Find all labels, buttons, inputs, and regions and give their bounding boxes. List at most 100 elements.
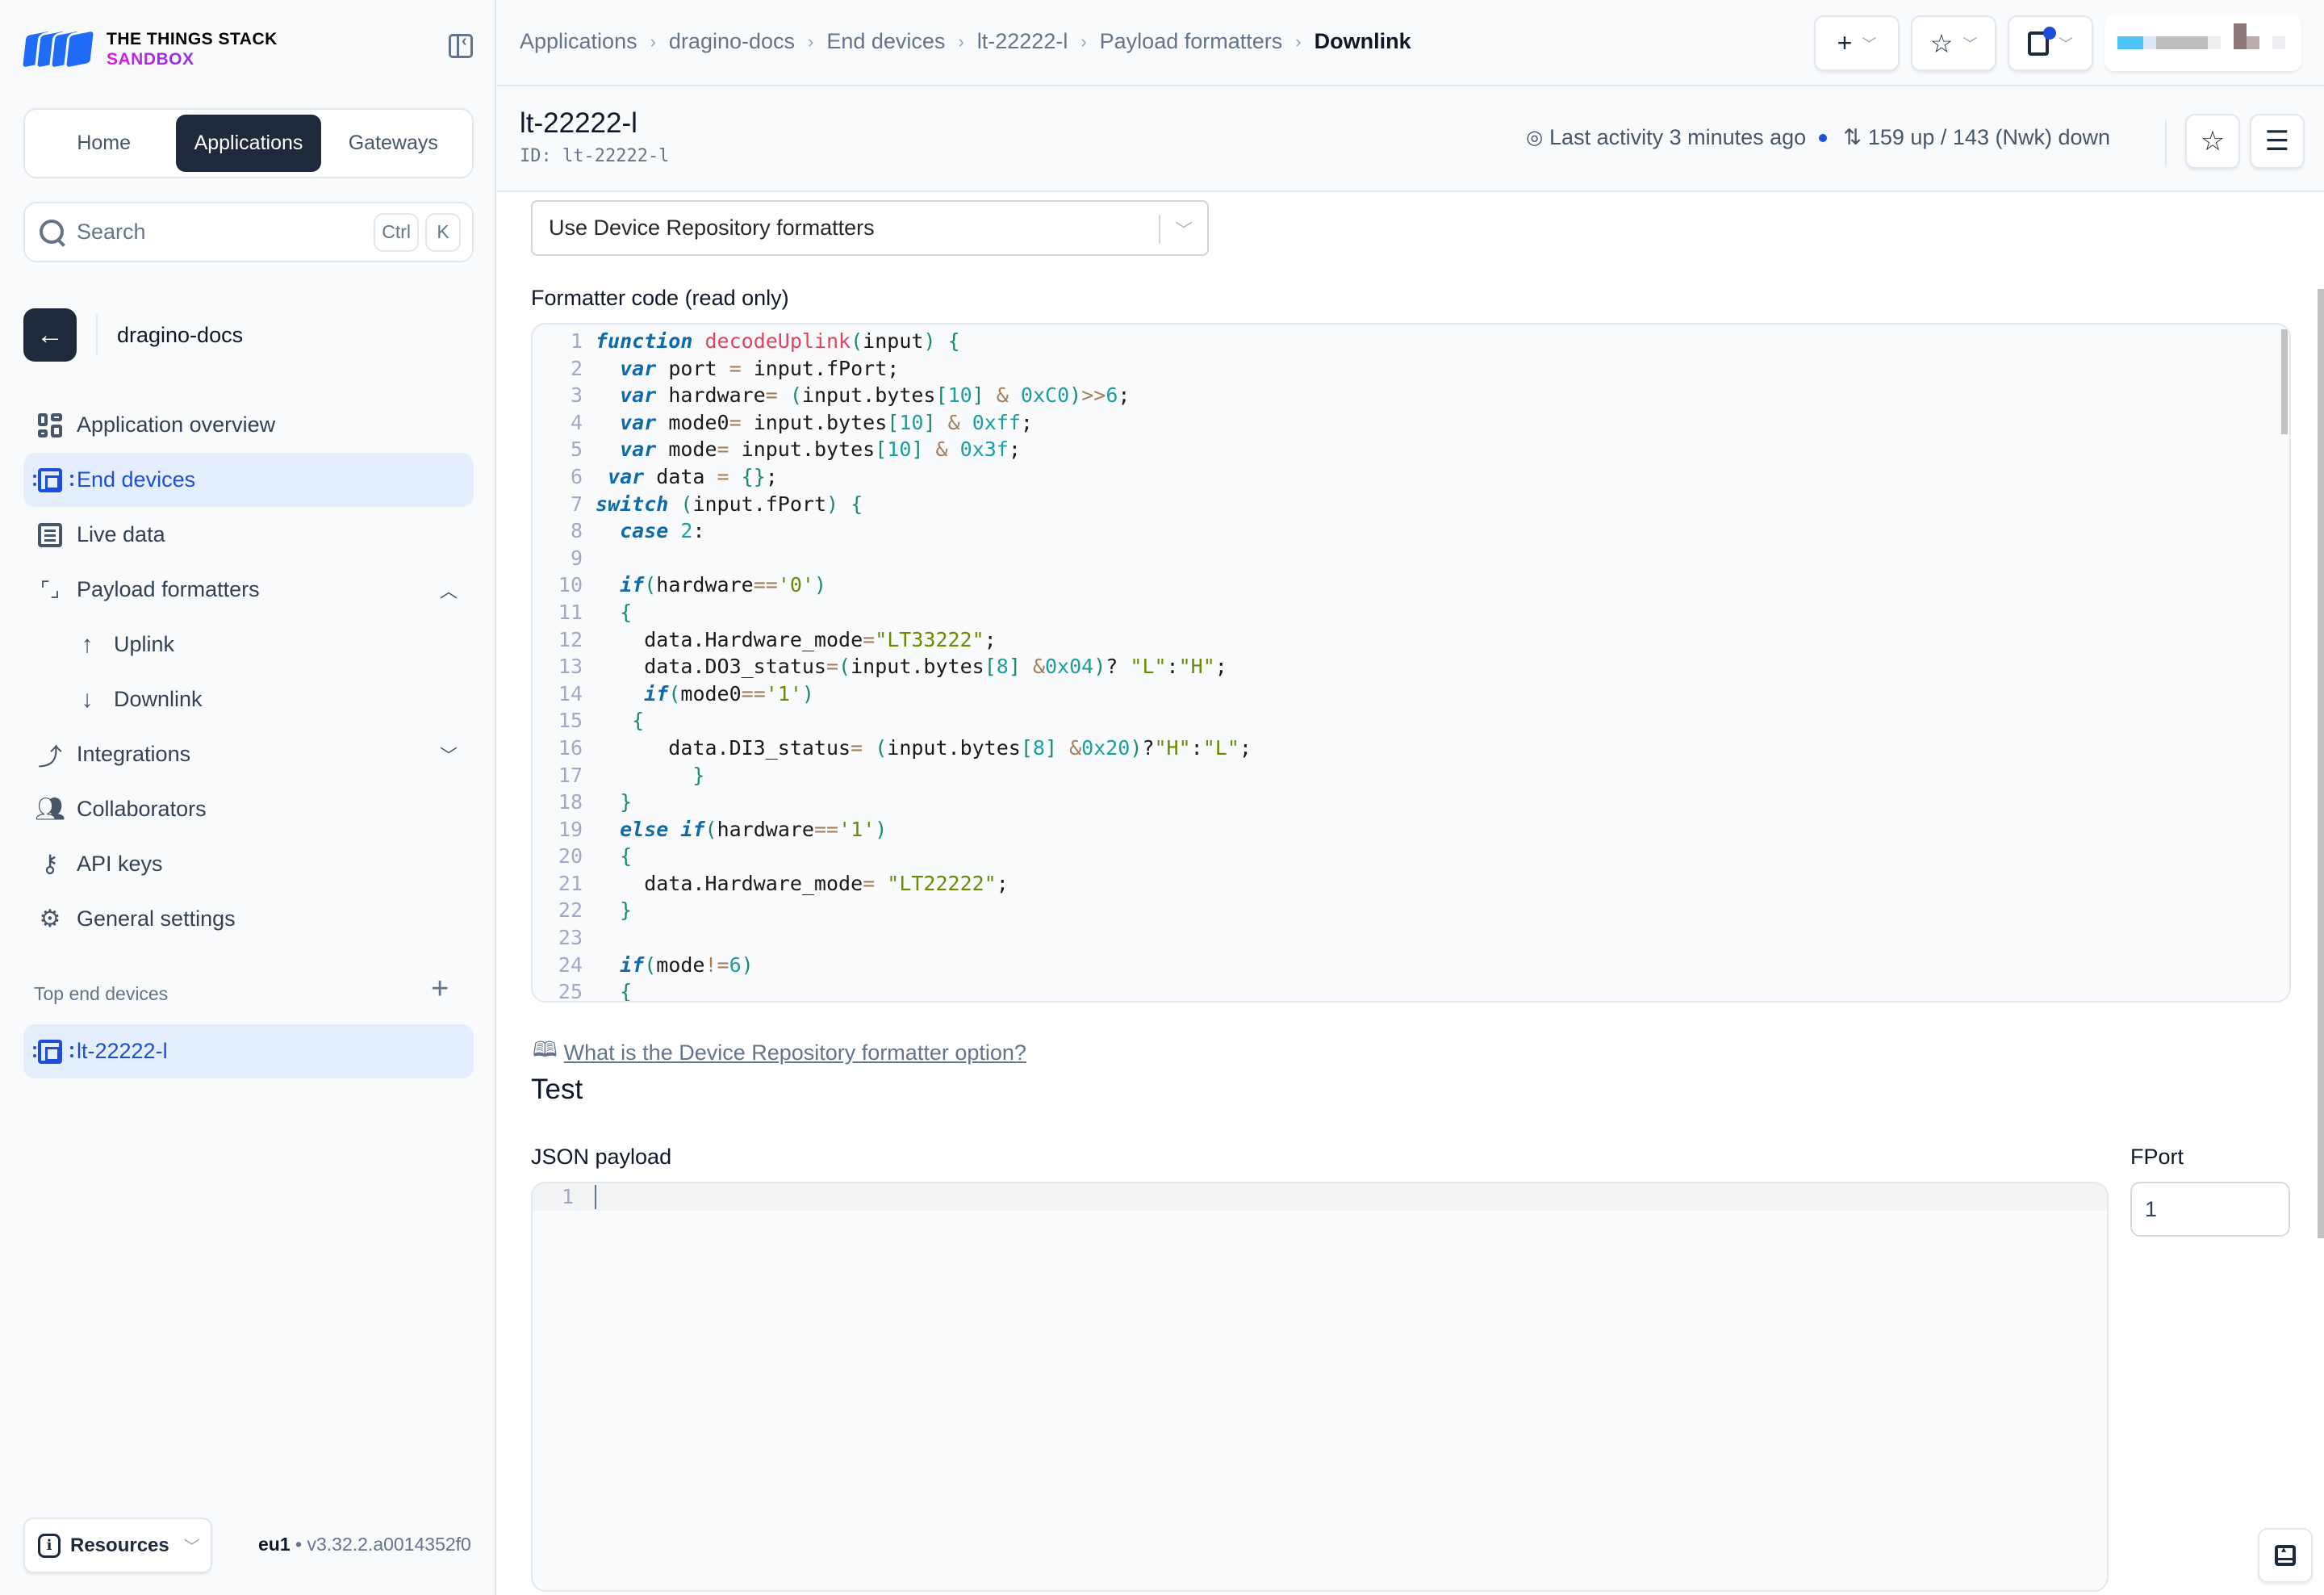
sidebar-item-label: Integrations — [77, 742, 191, 766]
users-icon: 👥︎ — [34, 796, 66, 823]
device-repository-help-link[interactable]: 🕮 What is the Device Repository formatte… — [533, 1035, 1026, 1070]
brand-edition: SANDBOX — [107, 49, 278, 69]
chevron-down-icon: ﹀ — [1962, 36, 1978, 52]
breadcrumb-end-devices[interactable]: End devices — [826, 29, 945, 54]
device-menu-button[interactable]: ☰ — [2250, 114, 2305, 169]
back-button[interactable]: ← — [23, 308, 77, 362]
status-dot — [1819, 133, 1828, 142]
bookmark-button[interactable]: ☆ — [2185, 114, 2240, 169]
breadcrumb-device[interactable]: lt-22222-l — [977, 29, 1068, 54]
sidebar-item-collaborators[interactable]: 👥︎ Collaborators — [23, 782, 474, 836]
shortcut-key-ctrl: Ctrl — [374, 212, 419, 252]
tab-applications[interactable]: Applications — [176, 115, 321, 172]
search-input[interactable]: Search Ctrl K — [23, 202, 474, 262]
top-device-label: lt-22222-l — [77, 1039, 168, 1063]
arrow-up-icon: ↑ — [81, 630, 94, 658]
sidebar-item-live-data[interactable]: Live data — [23, 508, 474, 562]
traffic-counts: 159 up / 143 (Nwk) down — [1867, 125, 2110, 149]
toggle-event-panel-button[interactable] — [2258, 1528, 2313, 1583]
add-menu-button[interactable]: + ﹀ — [1814, 15, 1900, 71]
code-line: 22 } — [533, 897, 2289, 924]
search-icon — [38, 218, 67, 247]
user-profile-menu[interactable] — [2105, 15, 2301, 71]
code-text: function decodeUplink(input) { — [596, 329, 960, 353]
sidebar-item-label: End devices — [77, 467, 196, 492]
arrow-down-icon: ↓ — [81, 685, 94, 713]
top-device-item[interactable]: lt-22222-l — [23, 1024, 474, 1078]
code-line: 8 case 2: — [533, 517, 2289, 545]
arrow-left-icon: ← — [36, 319, 64, 350]
sidebar-item-uplink[interactable]: ↑ Uplink — [23, 617, 474, 672]
formatter-type-select[interactable]: Use Device Repository formatters ﹀ — [531, 200, 1209, 256]
code-line: 14 if(mode0=='1') — [533, 680, 2289, 708]
sidebar-item-end-devices[interactable]: End devices — [23, 453, 474, 507]
line-number: 14 — [558, 681, 583, 705]
chevron-right-icon: › — [1295, 31, 1302, 52]
line-number: 2 — [570, 356, 583, 380]
sidebar-item-label: Downlink — [114, 687, 203, 711]
application-name: dragino-docs — [117, 322, 244, 347]
fport-input[interactable] — [2130, 1182, 2290, 1237]
code-line: 16 data.DI3_status= (input.bytes[8] &0x2… — [533, 735, 2289, 762]
breadcrumb-application[interactable]: dragino-docs — [669, 29, 795, 54]
code-line: 24 if(mode!=6) — [533, 952, 2289, 979]
code-text: data.DO3_status=(input.bytes[8] &0x04)? … — [596, 655, 1227, 679]
code-line: 15 { — [533, 707, 2289, 735]
chip-icon — [33, 465, 73, 496]
chevron-down-icon: ﹀ — [183, 1538, 200, 1556]
code-line: 10 if(hardware=='0') — [533, 571, 2289, 599]
code-line: 21 data.Hardware_mode= "LT22222"; — [533, 870, 2289, 898]
breadcrumb-current: Downlink — [1314, 29, 1411, 53]
page-scrollbar[interactable] — [2318, 289, 2324, 1238]
grid-icon — [35, 410, 65, 441]
bookmarks-menu-button[interactable]: ☆ ﹀ — [1911, 15, 1996, 71]
code-line: 1 function decodeUplink(input) { — [533, 328, 2289, 355]
chevron-right-icon: › — [1080, 31, 1087, 52]
line-number: 12 — [558, 627, 583, 651]
json-payload-label: JSON payload — [531, 1145, 672, 1169]
line-number: 21 — [558, 871, 583, 895]
device-status: ◎ Last activity 3 minutes ago ⇅ 159 up /… — [1526, 125, 2110, 150]
tab-home[interactable]: Home — [31, 115, 176, 172]
chevron-down-icon: ﹀ — [1862, 36, 1877, 52]
formatter-code-editor[interactable]: 1 function decodeUplink(input) {2 var por… — [531, 323, 2291, 1003]
line-number: 17 — [558, 763, 583, 787]
add-top-device-icon[interactable]: + — [431, 972, 449, 1007]
line-number: 7 — [570, 492, 583, 516]
sidebar-item-payload-formatters[interactable]: ⌜⌟ Payload formatters ︿ — [23, 563, 474, 617]
brand-logo[interactable]: THE THINGS STACK SANDBOX — [19, 27, 278, 71]
collapse-sidebar-icon[interactable] — [449, 32, 473, 58]
chevron-down-icon: ﹀ — [1174, 220, 1193, 241]
gear-icon: ⚙ — [39, 906, 61, 932]
tab-gateways[interactable]: Gateways — [321, 115, 466, 172]
sidebar-item-application-overview[interactable]: Application overview — [23, 398, 474, 452]
chevron-up-icon: ︿ — [439, 580, 458, 601]
json-payload-editor[interactable]: 1 — [531, 1182, 2109, 1592]
info-icon: i — [38, 1533, 61, 1558]
sidebar-item-integrations[interactable]: ⤴ Integrations ﹀ — [23, 727, 474, 781]
line-number: 23 — [558, 926, 583, 950]
line-number: 15 — [558, 709, 583, 733]
divider — [96, 315, 98, 355]
breadcrumb-applications[interactable]: Applications — [520, 29, 637, 54]
sidebar-item-api-keys[interactable]: ⚷ API keys — [23, 837, 474, 891]
divider — [1159, 215, 1160, 244]
editor-scrollbar[interactable] — [2281, 329, 2288, 434]
line-number: 5 — [570, 437, 583, 462]
code-text: var data = {}; — [608, 464, 778, 488]
resources-button[interactable]: i Resources ﹀ — [23, 1518, 212, 1573]
code-text: case 2: — [620, 519, 705, 543]
code-text: } — [620, 898, 633, 923]
sidebar-item-general-settings[interactable]: ⚙ General settings — [23, 892, 474, 946]
breadcrumb-payload-formatters[interactable]: Payload formatters — [1100, 29, 1283, 54]
code-line: 9 — [533, 545, 2289, 572]
code-text: if(mode!=6) — [620, 952, 754, 977]
notifications-menu-button[interactable]: ﹀ — [2008, 15, 2093, 71]
code-text: else if(hardware=='1') — [620, 817, 888, 841]
sidebar-item-downlink[interactable]: ↓ Downlink — [23, 672, 474, 726]
line-number: 6 — [570, 464, 583, 488]
fport-label: FPort — [2130, 1145, 2184, 1169]
code-text: { — [620, 980, 633, 1003]
code-text: } — [620, 790, 633, 814]
line-number: 9 — [570, 546, 583, 570]
